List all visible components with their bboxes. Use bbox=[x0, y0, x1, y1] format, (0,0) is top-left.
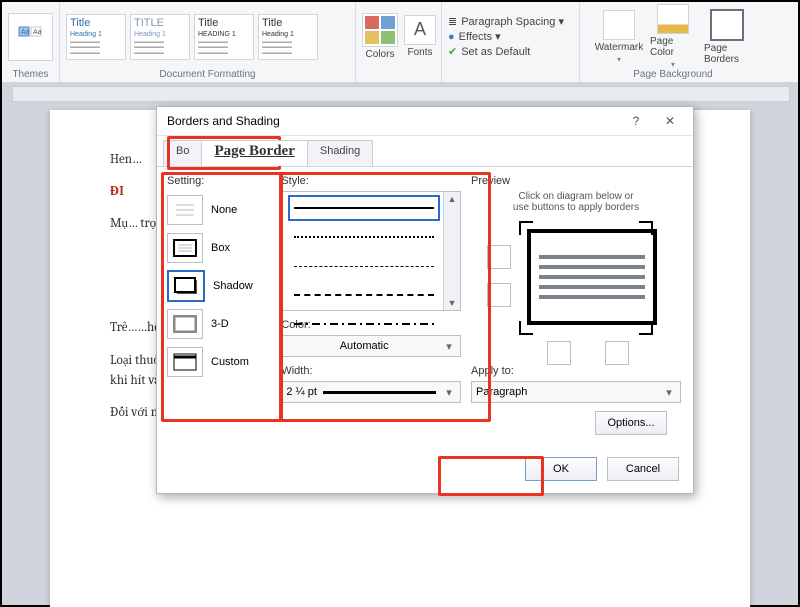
effects-icon: ● bbox=[448, 31, 455, 43]
style-option-dashed-fine[interactable] bbox=[288, 253, 440, 279]
width-dropdown[interactable]: 2 ¼ pt▾ bbox=[281, 381, 461, 403]
watermark-icon bbox=[603, 10, 635, 40]
style-scrollbar[interactable]: ▲▼ bbox=[443, 192, 460, 310]
color-dropdown[interactable]: Automatic▾ bbox=[281, 335, 461, 357]
style-set-card[interactable]: TitleHeading 1▬▬▬▬▬▬▬▬▬▬▬▬▬▬▬▬▬▬ bbox=[258, 14, 318, 60]
custom-setting-icon bbox=[167, 347, 203, 377]
setting-option-label: Box bbox=[211, 242, 230, 254]
cancel-button[interactable]: Cancel bbox=[607, 457, 679, 481]
style-option-dashed[interactable] bbox=[288, 282, 440, 308]
style-set-card[interactable]: TitleHEADING 1▬▬▬▬▬▬▬▬▬▬▬▬▬▬▬▬▬▬ bbox=[194, 14, 254, 60]
ribbon: AaAa Themes TitleHeading 1▬▬▬▬▬▬▬▬▬▬▬▬▬▬… bbox=[2, 2, 798, 83]
watermark-button[interactable]: Watermark▾ bbox=[596, 10, 642, 64]
options-button[interactable]: Options... bbox=[595, 411, 667, 435]
fonts-button[interactable]: A Fonts bbox=[404, 15, 436, 58]
style-option-dashdot[interactable] bbox=[288, 311, 440, 337]
preview-hint: Click on diagram below oruse buttons to … bbox=[471, 191, 681, 213]
fonts-icon: A bbox=[404, 15, 436, 45]
setting-label: Setting: bbox=[167, 175, 271, 187]
style-set-card[interactable]: TitleHeading 1▬▬▬▬▬▬▬▬▬▬▬▬▬▬▬▬▬▬ bbox=[66, 14, 126, 60]
themes-label: Themes bbox=[8, 69, 53, 82]
setting-option-label: 3-D bbox=[211, 318, 229, 330]
border-bottom-button[interactable] bbox=[487, 283, 511, 307]
page-background-label: Page Background bbox=[586, 69, 760, 82]
colors-button[interactable]: Colors bbox=[362, 13, 398, 60]
width-label: Width: bbox=[281, 365, 461, 377]
dialog-tabs: Bo Page Border Shading bbox=[157, 136, 693, 167]
colors-icon bbox=[362, 13, 398, 47]
preview-box bbox=[527, 229, 657, 325]
setting-option-label: None bbox=[211, 204, 237, 216]
setting-option-3-d[interactable]: 3-D bbox=[167, 305, 271, 343]
ruler[interactable] bbox=[12, 86, 790, 102]
tab-shading[interactable]: Shading bbox=[307, 140, 373, 166]
help-button[interactable]: ? bbox=[619, 109, 653, 133]
scroll-down-icon[interactable]: ▼ bbox=[448, 298, 457, 308]
style-option-solid[interactable] bbox=[288, 195, 440, 221]
setting-option-shadow[interactable]: Shadow bbox=[167, 267, 271, 305]
dialog-titlebar[interactable]: Borders and Shading ? ✕ bbox=[157, 107, 693, 136]
apply-to-label: Apply to: bbox=[471, 365, 681, 377]
setting-option-box[interactable]: Box bbox=[167, 229, 271, 267]
page-color-button[interactable]: Page Color▾ bbox=[650, 4, 696, 69]
style-set-gallery[interactable]: TitleHeading 1▬▬▬▬▬▬▬▬▬▬▬▬▬▬▬▬▬▬TITLEHea… bbox=[66, 4, 349, 69]
scroll-up-icon[interactable]: ▲ bbox=[448, 194, 457, 204]
style-option-dotted[interactable] bbox=[288, 224, 440, 250]
setting-option-none[interactable]: None bbox=[167, 191, 271, 229]
none-setting-icon bbox=[167, 195, 203, 225]
border-right-button[interactable] bbox=[605, 341, 629, 365]
setting-option-custom[interactable]: Custom bbox=[167, 343, 271, 381]
check-icon: ✔ bbox=[448, 45, 457, 58]
close-button[interactable]: ✕ bbox=[653, 109, 687, 133]
apply-to-dropdown[interactable]: Paragraph▾ bbox=[471, 381, 681, 403]
chevron-down-icon: ▾ bbox=[442, 340, 456, 353]
borders-and-shading-dialog: Borders and Shading ? ✕ Bo Page Border S… bbox=[156, 106, 694, 494]
3-d-setting-icon bbox=[167, 309, 203, 339]
tab-borders[interactable]: Bo bbox=[163, 140, 202, 166]
page-borders-icon bbox=[710, 9, 744, 41]
page-color-icon bbox=[657, 4, 689, 34]
effects-button[interactable]: ●Effects ▾ bbox=[448, 30, 501, 43]
themes-icon: AaAa bbox=[18, 26, 44, 48]
dialog-title: Borders and Shading bbox=[167, 114, 280, 128]
page-borders-button[interactable]: Page Borders bbox=[704, 9, 750, 65]
tab-page-border[interactable]: Page Border bbox=[201, 140, 307, 166]
chevron-down-icon: ▾ bbox=[442, 386, 456, 399]
document-formatting-label: Document Formatting bbox=[66, 69, 349, 82]
border-top-button[interactable] bbox=[487, 245, 511, 269]
style-listbox[interactable]: ▲▼ bbox=[281, 191, 461, 311]
setting-option-label: Custom bbox=[211, 356, 249, 368]
style-set-card[interactable]: TITLEHeading 1▬▬▬▬▬▬▬▬▬▬▬▬▬▬▬▬▬▬ bbox=[130, 14, 190, 60]
spacing-icon: ≣ bbox=[448, 15, 457, 28]
themes-button[interactable]: AaAa bbox=[8, 13, 53, 61]
ok-button[interactable]: OK bbox=[525, 457, 597, 481]
box-setting-icon bbox=[167, 233, 203, 263]
setting-option-label: Shadow bbox=[213, 280, 253, 292]
svg-text:Aa: Aa bbox=[33, 29, 42, 36]
chevron-down-icon: ▾ bbox=[662, 386, 676, 399]
style-label: Style: bbox=[281, 175, 461, 187]
border-left-button[interactable] bbox=[547, 341, 571, 365]
preview-diagram[interactable] bbox=[471, 223, 681, 365]
paragraph-spacing-button[interactable]: ≣Paragraph Spacing ▾ bbox=[448, 15, 564, 28]
shadow-setting-icon bbox=[167, 270, 205, 302]
set-as-default-button[interactable]: ✔Set as Default bbox=[448, 45, 530, 58]
svg-text:Aa: Aa bbox=[21, 29, 30, 36]
preview-label: Preview bbox=[471, 175, 681, 187]
